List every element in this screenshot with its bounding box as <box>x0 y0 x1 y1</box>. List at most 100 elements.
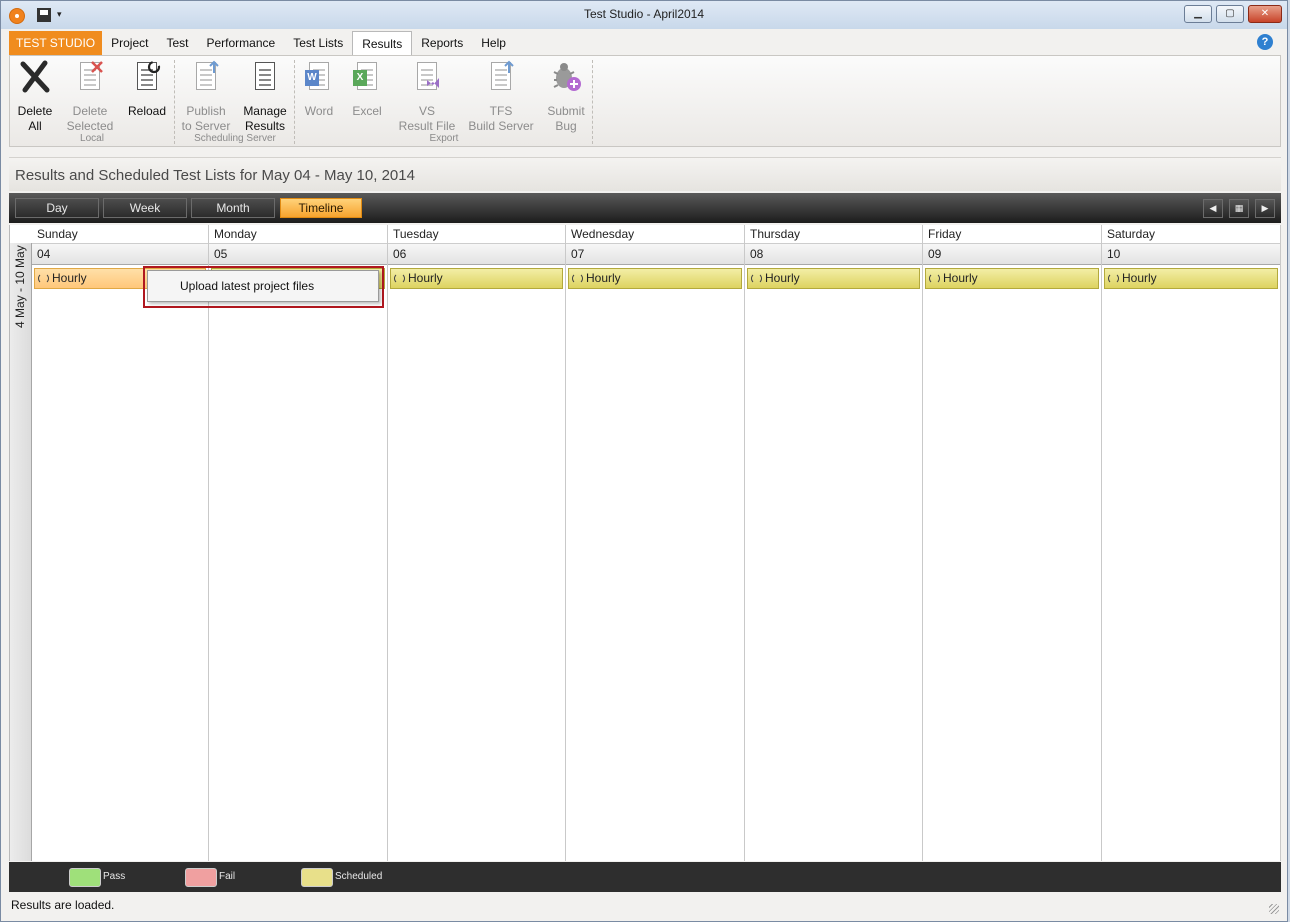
view-week-button[interactable]: Week <box>103 198 187 218</box>
export-vs-result-file-button[interactable]: VS Result File <box>398 60 456 134</box>
export-word-button[interactable]: W Word <box>300 60 338 119</box>
previous-week-button[interactable]: ◀ <box>1203 199 1223 218</box>
appointment-label: Hourly <box>1122 271 1157 285</box>
delete-selected-label-2: Selected <box>66 119 114 133</box>
scheduled-appointment[interactable]: Hourly <box>747 268 920 289</box>
day-column[interactable]: Wednesday 07 Hourly <box>566 225 745 861</box>
tab-results[interactable]: Results <box>352 31 413 55</box>
window-title: Test Studio - April2014 <box>583 7 705 21</box>
tab-reports[interactable]: Reports <box>412 31 472 55</box>
appointment-label: Hourly <box>943 271 978 285</box>
publish-icon <box>190 60 222 94</box>
excel-icon: X <box>351 60 383 94</box>
day-name: Tuesday <box>393 227 439 241</box>
day-number: 04 <box>32 243 208 265</box>
submit-bug-label-1: Submit <box>547 104 585 118</box>
tab-test-lists[interactable]: Test Lists <box>284 31 352 55</box>
view-month-button[interactable]: Month <box>191 198 275 218</box>
scheduled-appointment[interactable]: Hourly <box>390 268 563 289</box>
recurrence-icon <box>572 273 583 284</box>
recurrence-icon <box>394 273 405 284</box>
legend-pass-swatch <box>69 868 101 887</box>
page-title: Results and Scheduled Test Lists for May… <box>15 167 415 184</box>
view-switcher-bar: Day Week Month Timeline ◀ ▦ ▶ <box>9 193 1281 223</box>
help-icon[interactable]: ? <box>1257 34 1273 50</box>
visual-studio-icon <box>411 60 443 94</box>
recurrence-icon <box>38 273 49 284</box>
legend-scheduled-label: Scheduled <box>335 871 383 882</box>
scheduling-server-group-label: Scheduling Server <box>194 133 276 144</box>
status-text: Results are loaded. <box>11 898 115 912</box>
publish-to-server-button[interactable]: Publish to Server <box>180 60 232 134</box>
view-timeline-button[interactable]: Timeline <box>280 198 362 218</box>
export-excel-button[interactable]: X Excel <box>348 60 386 119</box>
day-column[interactable]: Saturday 10 Hourly <box>1102 225 1281 861</box>
week-range-label: 4 May - 10 May <box>13 245 27 328</box>
vs-label-2: Result File <box>398 119 456 133</box>
day-column[interactable]: Thursday 08 Hourly <box>745 225 923 861</box>
export-tfs-build-server-button[interactable]: TFS Build Server <box>466 60 536 134</box>
manage-label-2: Results <box>244 119 285 133</box>
view-day-button[interactable]: Day <box>15 198 99 218</box>
close-button[interactable]: ✕ <box>1248 5 1282 23</box>
delete-all-button[interactable]: Delete All <box>14 60 56 134</box>
week-header: 4 May - 10 May <box>10 243 32 861</box>
day-name: Monday <box>214 227 257 241</box>
appointment-label: Hourly <box>52 271 87 285</box>
word-label: Word <box>304 104 334 118</box>
resize-grip-icon[interactable] <box>1269 904 1279 914</box>
reload-icon <box>131 60 163 94</box>
appointment-label: Hourly <box>586 271 621 285</box>
delete-selected-button[interactable]: Delete Selected <box>66 60 114 134</box>
submit-bug-label-2: Bug <box>555 119 577 133</box>
ribbon-separator <box>174 60 175 144</box>
scheduled-appointment[interactable]: Hourly <box>1104 268 1278 289</box>
results-header: Results and Scheduled Test Lists for May… <box>9 157 1281 191</box>
scheduled-appointment[interactable]: Hourly <box>925 268 1099 289</box>
tab-test-studio[interactable]: TEST STUDIO <box>9 31 103 55</box>
day-column[interactable]: Monday05Hourly <box>209 225 388 861</box>
day-number: 09 <box>923 243 1101 265</box>
tab-help[interactable]: Help <box>472 31 515 55</box>
day-column[interactable]: Sunday 04 Hourly <box>32 225 209 861</box>
delete-all-label-2: All <box>28 119 42 133</box>
day-column[interactable]: Friday 09 Hourly <box>923 225 1102 861</box>
legend-fail-label: Fail <box>219 871 236 882</box>
export-group-label: Export <box>429 133 459 144</box>
ribbon-tabs: TEST STUDIO Project Test Performance Test Li… <box>9 31 1281 55</box>
manage-results-button[interactable]: Manage Results <box>242 60 288 134</box>
scheduled-appointment[interactable]: Hourly <box>568 268 742 289</box>
submit-bug-button[interactable]: Submit Bug <box>544 60 588 134</box>
ribbon-results: Delete All Delete Selected Reload Local <box>9 55 1281 147</box>
day-column[interactable]: Tuesday 06 Hourly <box>388 225 566 861</box>
tab-project[interactable]: Project <box>102 31 157 55</box>
calendar-grid: 4 May - 10 May Sunday 04 Hourly Monday 05 Hou… <box>9 225 1281 861</box>
tab-test[interactable]: Test <box>157 31 197 55</box>
appointment-label: Hourly <box>765 271 800 285</box>
vs-label-1: VS <box>418 104 435 118</box>
recurrence-icon <box>1108 273 1119 284</box>
next-week-button[interactable]: ▶ <box>1255 199 1275 218</box>
delete-selected-label-1: Delete <box>72 104 108 118</box>
reload-button[interactable]: Reload <box>126 60 168 119</box>
recurrence-icon <box>751 273 762 284</box>
local-group-label: Local <box>80 133 104 144</box>
title-bar: ▾ Test Studio - April2014 ▁ ▢ ✕ <box>1 1 1287 29</box>
today-button[interactable]: ▦ <box>1229 199 1249 218</box>
context-menu: Upload latest project files <box>147 270 379 302</box>
upload-latest-project-files-menu-item[interactable]: Upload latest project files <box>150 273 376 299</box>
legend-bar: Pass Fail Scheduled <box>9 862 1281 892</box>
reload-label: Reload <box>127 104 167 118</box>
appointment-label: Hourly <box>408 271 443 285</box>
day-name: Wednesday <box>571 227 635 241</box>
day-name: Thursday <box>750 227 801 241</box>
tfs-label-2: Build Server <box>468 119 534 133</box>
minimize-button[interactable]: ▁ <box>1184 5 1212 23</box>
maximize-button[interactable]: ▢ <box>1216 5 1244 23</box>
bug-icon <box>550 60 582 94</box>
tab-performance[interactable]: Performance <box>198 31 285 55</box>
recurrence-icon <box>929 273 940 284</box>
day-name: Friday <box>928 227 962 241</box>
day-number: 07 <box>566 243 744 265</box>
day-number: 05 <box>209 243 387 265</box>
